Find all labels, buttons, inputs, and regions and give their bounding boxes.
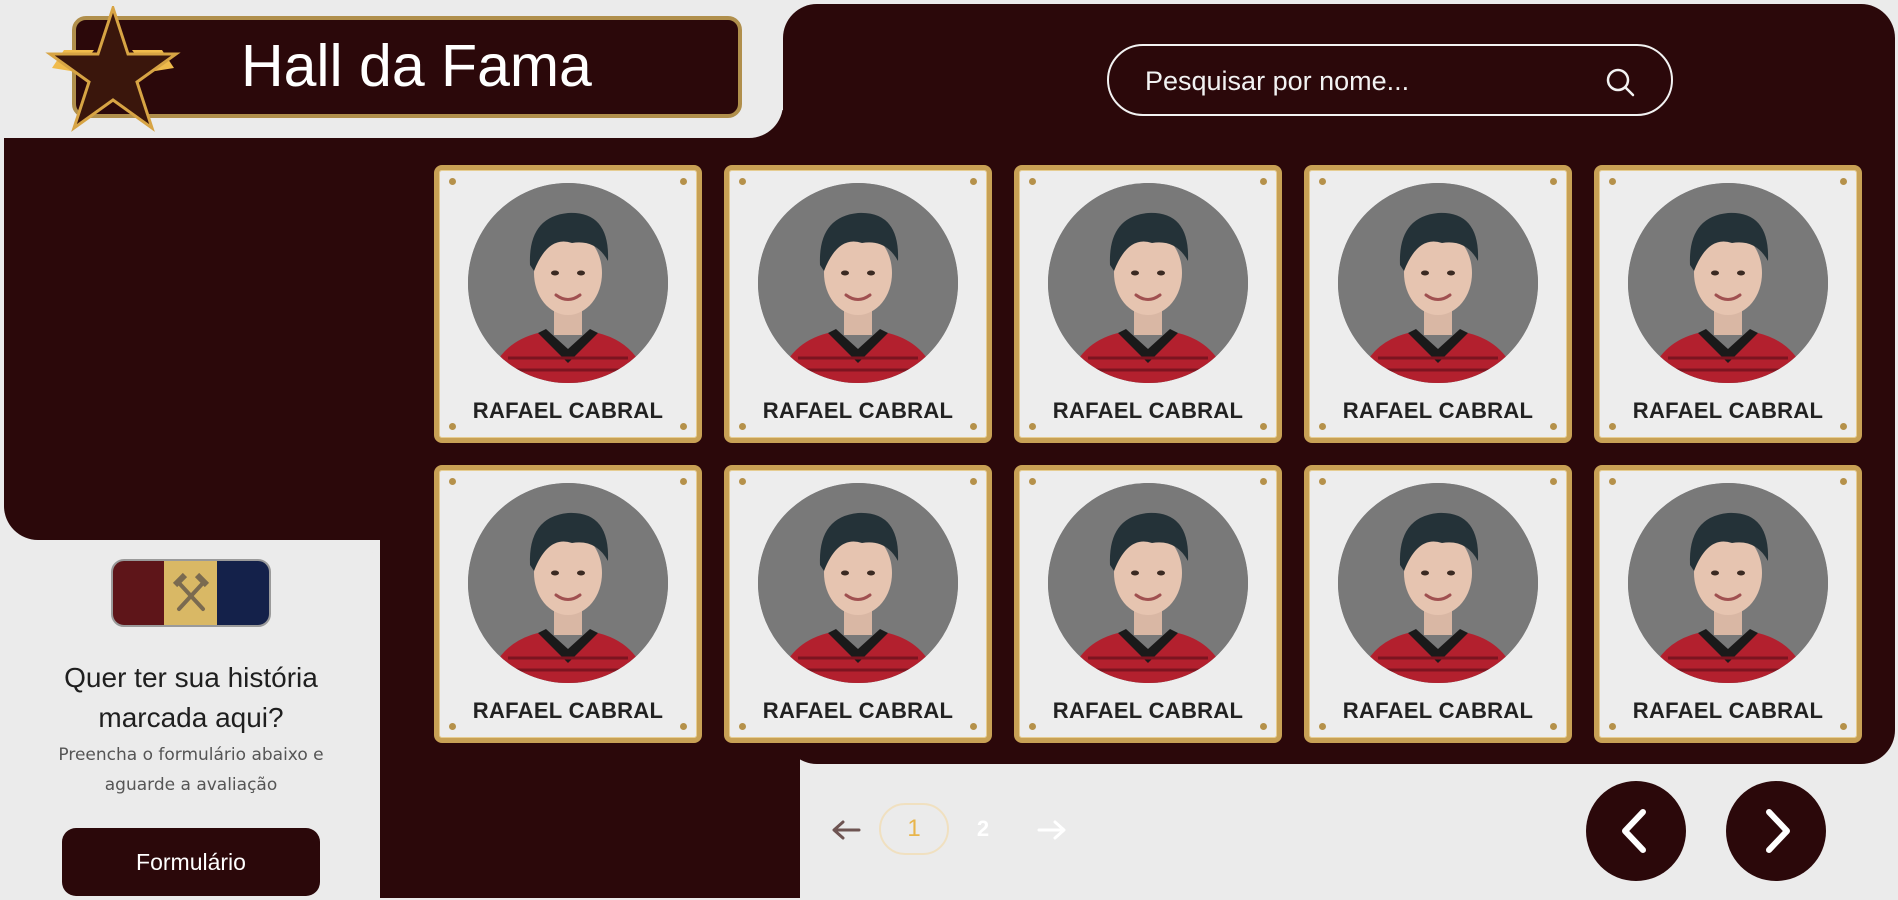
card-corner-dot — [970, 423, 977, 430]
card-corner-dot — [1550, 478, 1557, 485]
carousel-next-button[interactable] — [1726, 781, 1826, 881]
card-corner-dot — [1260, 423, 1267, 430]
carousel-nav-area — [1516, 764, 1898, 900]
card-corner-dot — [970, 723, 977, 730]
player-name: RAFAEL CABRAL — [1052, 698, 1244, 723]
player-card[interactable]: RAFAEL CABRAL — [1304, 165, 1572, 443]
card-corner-dot — [1319, 478, 1326, 485]
chevron-right-icon — [1766, 809, 1790, 853]
chevron-left-icon — [1622, 809, 1646, 853]
card-corner-dot — [1550, 423, 1557, 430]
player-card[interactable]: RAFAEL CABRAL — [1014, 465, 1282, 743]
player-name: RAFAEL CABRAL — [762, 398, 954, 423]
player-card[interactable]: RAFAEL CABRAL — [724, 465, 992, 743]
card-corner-dot — [970, 478, 977, 485]
card-corner-dot — [1840, 723, 1847, 730]
card-corner-dot — [1319, 723, 1326, 730]
card-corner-dot — [1319, 423, 1326, 430]
player-avatar — [758, 483, 958, 683]
page-2-button[interactable]: 2 — [966, 805, 1000, 853]
arrow-left-icon[interactable] — [829, 818, 863, 842]
card-corner-dot — [449, 423, 456, 430]
player-name: RAFAEL CABRAL — [1632, 698, 1824, 723]
player-avatar — [1628, 183, 1828, 383]
form-button[interactable]: Formulário — [62, 828, 320, 896]
page-1-button[interactable]: 1 — [879, 803, 949, 855]
search-bar[interactable] — [1107, 44, 1673, 116]
player-name: RAFAEL CABRAL — [762, 698, 954, 723]
card-corner-dot — [1319, 178, 1326, 185]
player-card[interactable]: RAFAEL CABRAL — [434, 465, 702, 743]
card-corner-dot — [1840, 423, 1847, 430]
player-name: RAFAEL CABRAL — [472, 698, 664, 723]
card-corner-dot — [1609, 178, 1616, 185]
card-corner-dot — [1260, 178, 1267, 185]
player-avatar — [1048, 183, 1248, 383]
player-card[interactable]: RAFAEL CABRAL — [1594, 165, 1862, 443]
player-avatar — [1048, 483, 1248, 683]
player-avatar — [468, 183, 668, 383]
card-corner-dot — [680, 478, 687, 485]
player-name: RAFAEL CABRAL — [1342, 698, 1534, 723]
card-corner-dot — [680, 178, 687, 185]
arrow-right-icon[interactable] — [1035, 818, 1069, 842]
card-corner-dot — [449, 478, 456, 485]
card-corner-dot — [1029, 423, 1036, 430]
player-avatar — [1628, 483, 1828, 683]
card-corner-dot — [1260, 723, 1267, 730]
player-name: RAFAEL CABRAL — [1342, 398, 1534, 423]
player-name: RAFAEL CABRAL — [1632, 398, 1824, 423]
card-corner-dot — [739, 723, 746, 730]
search-input[interactable] — [1143, 56, 1587, 106]
page-title: Hall da Fama — [241, 33, 592, 99]
card-corner-dot — [449, 723, 456, 730]
card-corner-dot — [1840, 478, 1847, 485]
player-avatar — [1338, 483, 1538, 683]
card-corner-dot — [1609, 723, 1616, 730]
crest-icon — [111, 559, 271, 627]
search-icon[interactable] — [1605, 67, 1635, 97]
card-corner-dot — [1609, 478, 1616, 485]
cta-subtext: Preencha o formulário abaixo e aguarde a… — [58, 745, 324, 795]
player-card[interactable]: RAFAEL CABRAL — [1304, 465, 1572, 743]
card-corner-dot — [739, 178, 746, 185]
player-name: RAFAEL CABRAL — [472, 398, 664, 423]
card-corner-dot — [1550, 178, 1557, 185]
left-panel — [4, 138, 404, 540]
card-corner-dot — [739, 478, 746, 485]
card-corner-dot — [1029, 478, 1036, 485]
player-card[interactable]: RAFAEL CABRAL — [1594, 465, 1862, 743]
card-corner-dot — [449, 178, 456, 185]
star-icon — [45, 6, 181, 132]
card-corner-dot — [680, 723, 687, 730]
card-corner-dot — [680, 423, 687, 430]
card-corner-dot — [1029, 723, 1036, 730]
cta-heading: Quer ter sua história marcada aqui? — [64, 662, 318, 733]
player-name: RAFAEL CABRAL — [1052, 398, 1244, 423]
player-card[interactable]: RAFAEL CABRAL — [1014, 165, 1282, 443]
card-corner-dot — [1550, 723, 1557, 730]
carousel-prev-button[interactable] — [1586, 781, 1686, 881]
card-corner-dot — [970, 178, 977, 185]
player-card[interactable]: RAFAEL CABRAL — [724, 165, 992, 443]
player-avatar — [468, 483, 668, 683]
card-corner-dot — [1260, 478, 1267, 485]
player-card[interactable]: RAFAEL CABRAL — [434, 165, 702, 443]
card-corner-dot — [739, 423, 746, 430]
card-corner-dot — [1840, 178, 1847, 185]
player-avatar — [758, 183, 958, 383]
player-avatar — [1338, 183, 1538, 383]
card-corner-dot — [1609, 423, 1616, 430]
card-corner-dot — [1029, 178, 1036, 185]
